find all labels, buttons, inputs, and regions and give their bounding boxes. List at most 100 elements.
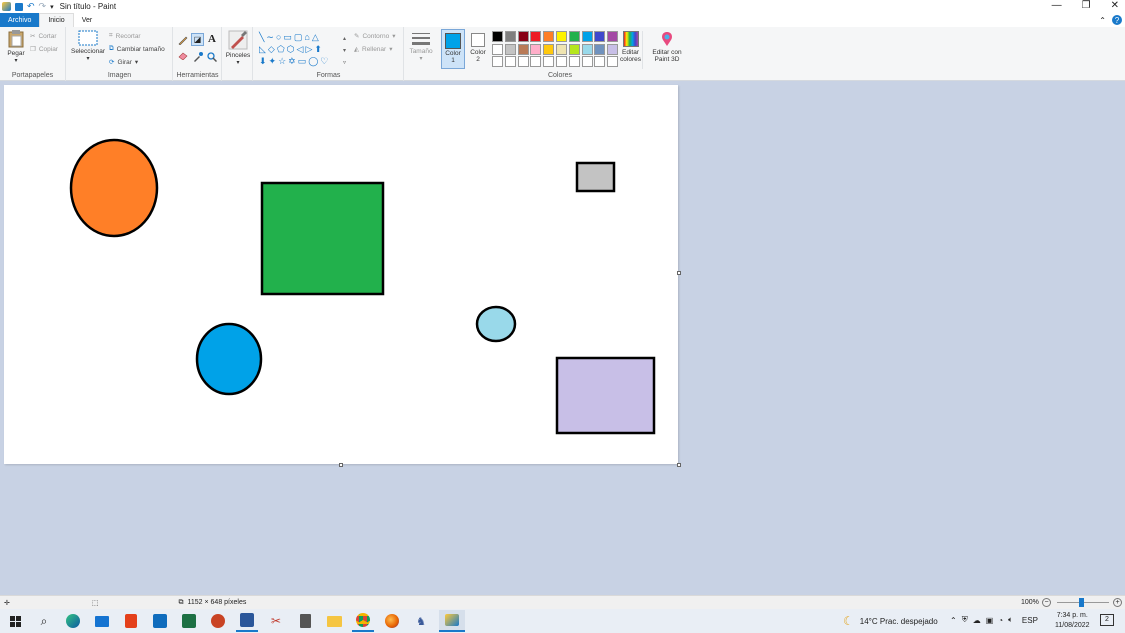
palette-swatch[interactable] bbox=[568, 31, 580, 42]
notifications-button[interactable]: 2 bbox=[1100, 614, 1114, 626]
edit-with-paint3d-button[interactable]: Editar con Paint 3D bbox=[648, 31, 686, 69]
redo-icon[interactable]: ↷ bbox=[39, 1, 47, 12]
palette-swatch[interactable] bbox=[556, 56, 567, 67]
palette-swatch[interactable] bbox=[530, 43, 542, 55]
pencil-icon[interactable] bbox=[178, 35, 188, 45]
start-button[interactable] bbox=[4, 610, 26, 632]
search-button[interactable]: ⌕ bbox=[33, 610, 55, 632]
meet-icon[interactable]: ▣ bbox=[986, 616, 994, 625]
palette-swatch[interactable] bbox=[607, 56, 619, 67]
drawing-canvas[interactable] bbox=[4, 85, 678, 464]
wifi-icon[interactable]: ◔ bbox=[998, 616, 1003, 625]
palette-swatch[interactable] bbox=[504, 31, 516, 42]
resize-handle-right[interactable] bbox=[677, 271, 681, 275]
magnifier-icon[interactable] bbox=[207, 52, 217, 62]
excel-taskbar-button[interactable] bbox=[178, 610, 200, 632]
lavender-rectangle[interactable] bbox=[555, 356, 656, 435]
gray-rectangle[interactable] bbox=[575, 161, 616, 193]
collapse-ribbon-icon[interactable]: ⌃ bbox=[1099, 16, 1106, 25]
select-button[interactable]: Seleccionar ▾ bbox=[69, 30, 107, 62]
office-taskbar-button[interactable] bbox=[120, 610, 142, 632]
calculator-taskbar-button[interactable] bbox=[294, 610, 316, 632]
firefox-taskbar-button[interactable] bbox=[381, 610, 403, 632]
palette-swatch[interactable] bbox=[517, 56, 529, 67]
eraser-icon[interactable] bbox=[178, 52, 188, 60]
palette-swatch[interactable] bbox=[556, 43, 567, 55]
palette-swatch[interactable] bbox=[492, 31, 503, 42]
light-blue-circle[interactable] bbox=[475, 305, 517, 343]
resize-handle-bottom[interactable] bbox=[339, 463, 343, 467]
powerpoint-taskbar-button[interactable] bbox=[207, 610, 229, 632]
resize-handle-corner[interactable] bbox=[677, 463, 681, 467]
green-rectangle[interactable] bbox=[260, 181, 385, 296]
mail-taskbar-button[interactable] bbox=[91, 610, 113, 632]
explorer-taskbar-button[interactable] bbox=[323, 610, 345, 632]
size-button[interactable]: Tamaño ▾ bbox=[406, 32, 436, 62]
palette-swatch[interactable] bbox=[607, 31, 619, 42]
color2-button[interactable]: Color 2 bbox=[467, 29, 489, 69]
chrome-taskbar-button[interactable] bbox=[352, 610, 374, 632]
color-picker-icon[interactable] bbox=[193, 52, 203, 62]
palette-swatch[interactable] bbox=[594, 56, 606, 67]
brushes-button[interactable]: Pinceles ▾ bbox=[225, 30, 251, 66]
outline-button[interactable]: ✎ Contorno ▾ bbox=[354, 32, 395, 41]
palette-swatch[interactable] bbox=[581, 56, 593, 67]
palette-swatch[interactable] bbox=[492, 56, 503, 67]
security-icon[interactable]: ⛨ bbox=[962, 615, 968, 625]
canvas-area[interactable] bbox=[0, 82, 1125, 595]
tab-file[interactable]: Archivo bbox=[0, 13, 40, 27]
color1-button[interactable]: Color 1 bbox=[441, 29, 465, 69]
palette-swatch[interactable] bbox=[543, 31, 555, 42]
palette-swatch[interactable] bbox=[543, 43, 555, 55]
volume-icon[interactable]: 🔈︎ bbox=[1008, 615, 1013, 625]
customize-toolbar-icon[interactable]: ▾ bbox=[50, 3, 54, 11]
word-taskbar-button[interactable] bbox=[236, 610, 258, 632]
copy-button[interactable]: ❐ Copiar bbox=[30, 45, 58, 54]
palette-swatch[interactable] bbox=[581, 43, 593, 55]
rotate-button[interactable]: ⟳ Girar ▾ bbox=[109, 58, 138, 67]
palette-swatch[interactable] bbox=[504, 43, 516, 55]
snipping-taskbar-button[interactable]: ✂ bbox=[265, 610, 287, 632]
palette-swatch[interactable] bbox=[594, 31, 606, 42]
shapes-gallery[interactable]: ╲∼○▭▢⌂△ ◺◇⬠⬡◁▷⬆ ⬇✦☆✡▭◯♡ bbox=[259, 31, 347, 67]
palette-swatch[interactable] bbox=[594, 43, 606, 55]
palette-swatch[interactable] bbox=[517, 31, 529, 42]
save-icon[interactable] bbox=[15, 2, 23, 11]
language-indicator[interactable]: ESP bbox=[1022, 616, 1038, 625]
restore-button[interactable]: ❐ bbox=[1082, 0, 1091, 11]
palette-swatch[interactable] bbox=[504, 56, 516, 67]
zoom-slider-thumb[interactable] bbox=[1079, 598, 1084, 607]
edge-taskbar-button[interactable] bbox=[62, 610, 84, 632]
blue-ellipse[interactable] bbox=[195, 322, 263, 396]
palette-swatch[interactable] bbox=[492, 43, 503, 55]
cut-button[interactable]: ✂ Cortar bbox=[30, 32, 57, 41]
paint-taskbar-button[interactable] bbox=[439, 610, 465, 632]
fill-bucket-icon[interactable]: ◪ bbox=[191, 33, 204, 46]
chevron-up-icon[interactable]: ⌃ bbox=[950, 616, 957, 625]
palette-swatch[interactable] bbox=[517, 43, 529, 55]
crop-button[interactable]: ⌗ Recortar bbox=[109, 32, 141, 40]
minimize-button[interactable]: — bbox=[1052, 0, 1062, 11]
palette-swatch[interactable] bbox=[543, 56, 555, 67]
palette-swatch[interactable] bbox=[556, 31, 567, 42]
palette-swatch[interactable] bbox=[530, 56, 542, 67]
palette-swatch[interactable] bbox=[530, 31, 542, 42]
app-taskbar-button[interactable]: ♞ bbox=[410, 610, 432, 632]
help-icon[interactable]: ? bbox=[1112, 15, 1122, 25]
palette-swatch[interactable] bbox=[568, 43, 580, 55]
close-button[interactable]: ✕ bbox=[1111, 0, 1119, 11]
tab-home[interactable]: Inicio bbox=[39, 13, 74, 27]
weather-widget[interactable]: ☾ 14°C Prac. despejado bbox=[843, 614, 938, 628]
undo-icon[interactable]: ↶ bbox=[27, 1, 35, 12]
orange-ellipse[interactable] bbox=[69, 138, 159, 238]
text-tool-icon[interactable]: A bbox=[208, 33, 216, 45]
resize-button[interactable]: ⧉ Cambiar tamaño bbox=[109, 45, 165, 53]
outlook-taskbar-button[interactable] bbox=[149, 610, 171, 632]
zoom-in-button[interactable]: + bbox=[1113, 598, 1122, 607]
clock[interactable]: 7:34 p. m. 11/08/2022 bbox=[1055, 611, 1090, 631]
zoom-out-button[interactable]: − bbox=[1042, 598, 1051, 607]
edit-colors-button[interactable]: Editar colores bbox=[619, 31, 643, 69]
paste-button[interactable]: Pegar ▾ bbox=[5, 30, 27, 64]
cloud-icon[interactable]: ☁ bbox=[973, 616, 981, 625]
fill-button[interactable]: ◭ Rellenar ▾ bbox=[354, 45, 392, 54]
